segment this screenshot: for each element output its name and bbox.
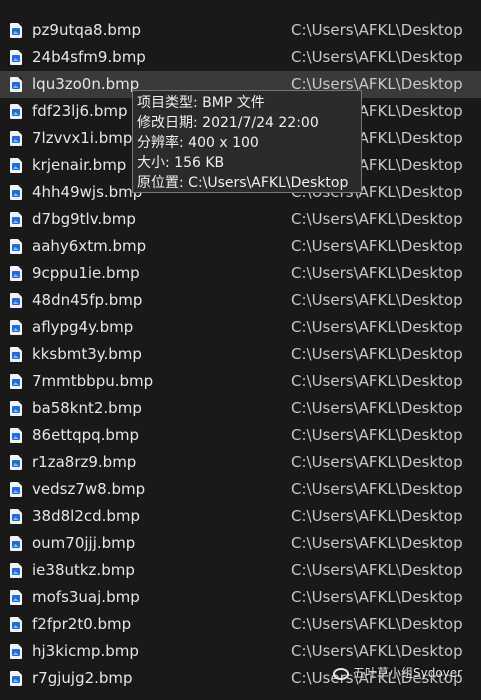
bmp-file-icon: [10, 482, 22, 497]
bmp-file-icon: [10, 671, 22, 686]
bmp-file-icon: [10, 374, 22, 389]
file-info-tooltip: 项目类型: BMP 文件 修改日期: 2021/7/24 22:00 分辨率: …: [132, 90, 362, 193]
tooltip-size: 大小: 156 KB: [137, 155, 225, 171]
file-name: 4hh49wjs.bmp: [32, 183, 143, 201]
file-row[interactable]: f2fpr2t0.bmp C:\Users\AFKL\Desktop: [0, 611, 481, 638]
file-original-location: C:\Users\AFKL\Desktop: [291, 480, 463, 498]
bmp-file-icon: [10, 104, 22, 119]
bmp-file-icon: [10, 617, 22, 632]
file-original-location: C:\Users\AFKL\Desktop: [291, 507, 463, 525]
file-row[interactable]: 7mmtbbpu.bmp C:\Users\AFKL\Desktop: [0, 368, 481, 395]
bmp-file-icon: [10, 185, 22, 200]
bmp-file-icon: [10, 401, 22, 416]
bmp-file-icon: [10, 212, 22, 227]
file-name: r1za8rz9.bmp: [32, 453, 137, 471]
wechat-icon: [333, 667, 349, 680]
file-name: kksbmt3y.bmp: [32, 345, 142, 363]
file-row[interactable]: 24b4sfm9.bmp C:\Users\AFKL\Desktop: [0, 44, 481, 71]
file-name: vedsz7w8.bmp: [32, 480, 146, 498]
bmp-file-icon: [10, 266, 22, 281]
tooltip-item-type: 项目类型: BMP 文件: [137, 95, 265, 111]
file-name: fdf23lj6.bmp: [32, 102, 128, 120]
file-row[interactable]: 48dn45fp.bmp C:\Users\AFKL\Desktop: [0, 287, 481, 314]
file-name: aahy6xtm.bmp: [32, 237, 147, 255]
tooltip-original-location: 原位置: C:\Users\AFKL\Desktop: [137, 175, 349, 191]
file-name: 7lzvvx1i.bmp: [32, 129, 133, 147]
file-row[interactable]: pz9utqa8.bmp C:\Users\AFKL\Desktop: [0, 17, 481, 44]
file-name: krjenair.bmp: [32, 156, 127, 174]
file-name: r7gjujg2.bmp: [32, 669, 133, 687]
tooltip-resolution: 分辨率: 400 x 100: [137, 135, 259, 151]
file-original-location: C:\Users\AFKL\Desktop: [291, 345, 463, 363]
file-row[interactable]: r1za8rz9.bmp C:\Users\AFKL\Desktop: [0, 449, 481, 476]
file-original-location: C:\Users\AFKL\Desktop: [291, 588, 463, 606]
file-original-location: C:\Users\AFKL\Desktop: [291, 453, 463, 471]
bmp-file-icon: [10, 50, 22, 65]
file-original-location: C:\Users\AFKL\Desktop: [291, 615, 463, 633]
file-original-location: C:\Users\AFKL\Desktop: [291, 372, 463, 390]
file-name: aflypg4y.bmp: [32, 318, 134, 336]
file-original-location: C:\Users\AFKL\Desktop: [291, 642, 463, 660]
bmp-file-icon: [10, 563, 22, 578]
file-row[interactable]: d7bg9tlv.bmp C:\Users\AFKL\Desktop: [0, 206, 481, 233]
bmp-file-icon: [10, 23, 22, 38]
file-name: 48dn45fp.bmp: [32, 291, 143, 309]
file-name: 38d8l2cd.bmp: [32, 507, 141, 525]
file-name: ba58knt2.bmp: [32, 399, 142, 417]
file-original-location: C:\Users\AFKL\Desktop: [291, 318, 463, 336]
file-original-location: C:\Users\AFKL\Desktop: [291, 399, 463, 417]
file-name: ie38utkz.bmp: [32, 561, 135, 579]
file-row[interactable]: 9cppu1ie.bmp C:\Users\AFKL\Desktop: [0, 260, 481, 287]
bmp-file-icon: [10, 293, 22, 308]
file-row[interactable]: ba58knt2.bmp C:\Users\AFKL\Desktop: [0, 395, 481, 422]
file-name: 9cppu1ie.bmp: [32, 264, 140, 282]
bmp-file-icon: [10, 590, 22, 605]
file-name: pz9utqa8.bmp: [32, 21, 142, 39]
bmp-file-icon: [10, 536, 22, 551]
file-name: 86ettqpq.bmp: [32, 426, 140, 444]
file-name: 7mmtbbpu.bmp: [32, 372, 154, 390]
bmp-file-icon: [10, 347, 22, 362]
file-original-location: C:\Users\AFKL\Desktop: [291, 561, 463, 579]
file-row[interactable]: ie38utkz.bmp C:\Users\AFKL\Desktop: [0, 557, 481, 584]
watermark: 五叶草小组Sydoyer: [333, 664, 462, 681]
file-row[interactable]: aflypg4y.bmp C:\Users\AFKL\Desktop: [0, 314, 481, 341]
file-name: d7bg9tlv.bmp: [32, 210, 136, 228]
tooltip-modified-date: 修改日期: 2021/7/24 22:00: [137, 115, 319, 131]
file-row[interactable]: aahy6xtm.bmp C:\Users\AFKL\Desktop: [0, 233, 481, 260]
file-original-location: C:\Users\AFKL\Desktop: [291, 426, 463, 444]
file-row[interactable]: 86ettqpq.bmp C:\Users\AFKL\Desktop: [0, 422, 481, 449]
bmp-file-icon: [10, 320, 22, 335]
file-original-location: C:\Users\AFKL\Desktop: [291, 534, 463, 552]
file-row[interactable]: kksbmt3y.bmp C:\Users\AFKL\Desktop: [0, 341, 481, 368]
file-row[interactable]: 38d8l2cd.bmp C:\Users\AFKL\Desktop: [0, 503, 481, 530]
bmp-file-icon: [10, 455, 22, 470]
file-row[interactable]: oum70jjj.bmp C:\Users\AFKL\Desktop: [0, 530, 481, 557]
file-original-location: C:\Users\AFKL\Desktop: [291, 291, 463, 309]
file-name: f2fpr2t0.bmp: [32, 615, 132, 633]
bmp-file-icon: [10, 644, 22, 659]
bmp-file-icon: [10, 158, 22, 173]
file-name: oum70jjj.bmp: [32, 534, 136, 552]
bmp-file-icon: [10, 509, 22, 524]
bmp-file-icon: [10, 428, 22, 443]
file-original-location: C:\Users\AFKL\Desktop: [291, 21, 463, 39]
file-name: 24b4sfm9.bmp: [32, 48, 146, 66]
file-original-location: C:\Users\AFKL\Desktop: [291, 48, 463, 66]
bmp-file-icon: [10, 77, 22, 92]
file-row[interactable]: vedsz7w8.bmp C:\Users\AFKL\Desktop: [0, 476, 481, 503]
file-name: hj3kicmp.bmp: [32, 642, 139, 660]
file-original-location: C:\Users\AFKL\Desktop: [291, 237, 463, 255]
file-row[interactable]: mofs3uaj.bmp C:\Users\AFKL\Desktop: [0, 584, 481, 611]
file-original-location: C:\Users\AFKL\Desktop: [291, 264, 463, 282]
file-original-location: C:\Users\AFKL\Desktop: [291, 210, 463, 228]
file-name: lqu3zo0n.bmp: [32, 75, 140, 93]
bmp-file-icon: [10, 239, 22, 254]
file-row[interactable]: hj3kicmp.bmp C:\Users\AFKL\Desktop: [0, 638, 481, 665]
file-name: mofs3uaj.bmp: [32, 588, 140, 606]
bmp-file-icon: [10, 131, 22, 146]
watermark-text: 五叶草小组Sydoyer: [353, 666, 463, 680]
